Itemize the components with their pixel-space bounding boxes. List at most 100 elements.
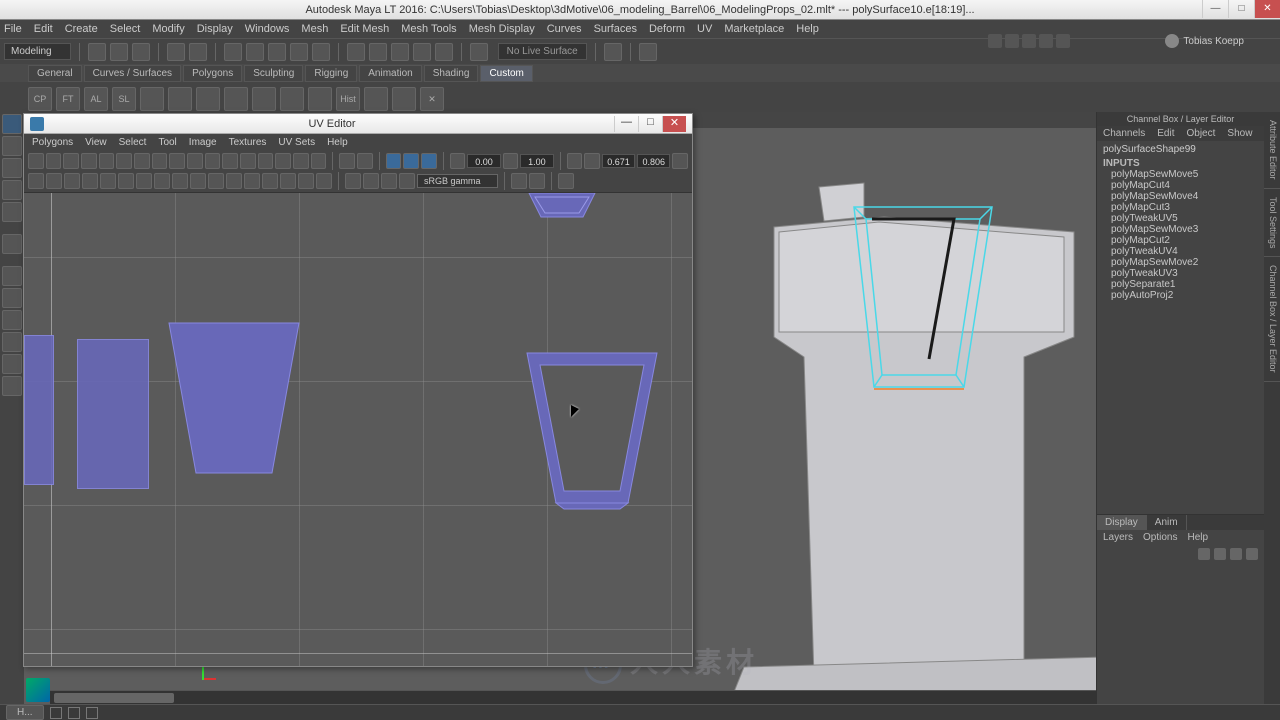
uv-flip-v-icon[interactable] [46, 153, 62, 169]
layer-menu-layers[interactable]: Layers [1103, 532, 1133, 543]
shelf-btn5-icon[interactable] [140, 87, 164, 111]
new-scene-icon[interactable] [88, 43, 106, 61]
uv-u-field[interactable]: 0.671 [602, 154, 635, 168]
input-item[interactable]: polySeparate1 [1103, 279, 1258, 290]
shelf-tab-curves[interactable]: Curves / Surfaces [84, 65, 181, 82]
uv-filtered-icon[interactable] [421, 153, 437, 169]
menu-deform[interactable]: Deform [649, 23, 685, 35]
uv-minimize[interactable]: — [614, 116, 638, 132]
uv-optimize-icon[interactable] [208, 173, 224, 189]
uv-shrink-icon[interactable] [64, 173, 80, 189]
shelf-btn9-icon[interactable] [252, 87, 276, 111]
uv-align-u-icon[interactable] [169, 153, 185, 169]
rotate-tool-icon[interactable] [2, 180, 22, 200]
workspace-selector[interactable]: Modeling [4, 43, 71, 60]
taskbar-sq2-icon[interactable] [68, 707, 80, 719]
magnet-icon[interactable] [470, 43, 488, 61]
side-tab-attribute[interactable]: Attribute Editor [1264, 112, 1280, 189]
menu-marketplace[interactable]: Marketplace [724, 23, 784, 35]
uv-settings-icon[interactable] [558, 173, 574, 189]
input-item[interactable]: polyTweakUV4 [1103, 246, 1258, 257]
uv-dimmer-icon[interactable] [403, 153, 419, 169]
menu-curves[interactable]: Curves [547, 23, 582, 35]
uv-shell-left-crop[interactable] [24, 335, 54, 485]
uv-v-field[interactable]: 0.806 [637, 154, 670, 168]
shelf-sl-icon[interactable]: SL [112, 87, 136, 111]
layer-new-selected-icon[interactable] [1246, 548, 1258, 560]
shelf-btn6-icon[interactable] [168, 87, 192, 111]
menu-file[interactable]: File [4, 23, 22, 35]
uv-pixel-snap-icon[interactable] [240, 153, 256, 169]
menu-help[interactable]: Help [796, 23, 819, 35]
uv-menu-select[interactable]: Select [119, 137, 147, 148]
menu-display[interactable]: Display [197, 23, 233, 35]
input-item[interactable]: polyTweakUV5 [1103, 213, 1258, 224]
uv-rotate-cw-icon[interactable] [81, 153, 97, 169]
shelf-close-icon[interactable]: ✕ [420, 87, 444, 111]
input-item[interactable]: polyMapSewMove4 [1103, 191, 1258, 202]
scale-tool-icon[interactable] [2, 202, 22, 222]
uv-display-grid-icon[interactable] [345, 173, 361, 189]
menu-modify[interactable]: Modify [152, 23, 184, 35]
layout-persp-icon[interactable] [2, 332, 22, 352]
snap-live-icon[interactable] [435, 43, 453, 61]
uv-menu-image[interactable]: Image [189, 137, 217, 148]
menu-meshdisplay[interactable]: Mesh Display [469, 23, 535, 35]
uv-grow-icon[interactable] [46, 173, 62, 189]
uv-align-v-icon[interactable] [187, 153, 203, 169]
uv-lattice-icon[interactable] [226, 173, 242, 189]
shape-node[interactable]: polySurfaceShape99 [1103, 143, 1258, 156]
taskbar-sq3-icon[interactable] [86, 707, 98, 719]
uv-layout-icon[interactable] [172, 173, 188, 189]
channel-tab-edit[interactable]: Edit [1151, 126, 1180, 141]
input-item[interactable]: polyMapCut3 [1103, 202, 1258, 213]
layer-new-empty-icon[interactable] [1230, 548, 1242, 560]
shelf-tab-polygons[interactable]: Polygons [183, 65, 242, 82]
menu-select[interactable]: Select [110, 23, 141, 35]
taskbar-sq1-icon[interactable] [50, 707, 62, 719]
xray-icon[interactable] [1056, 34, 1070, 48]
snap-curve-icon[interactable] [369, 43, 387, 61]
snap-grid-icon[interactable] [347, 43, 365, 61]
layer-moveup-icon[interactable] [1198, 548, 1210, 560]
menu-mesh[interactable]: Mesh [301, 23, 328, 35]
shelf-btn8-icon[interactable] [224, 87, 248, 111]
layer-menu-options[interactable]: Options [1143, 532, 1177, 543]
input-item[interactable]: polyMapCut4 [1103, 180, 1258, 191]
uv-shell-rect[interactable] [77, 339, 149, 489]
layer-tab-anim[interactable]: Anim [1147, 515, 1187, 530]
layout-outliner-icon[interactable] [2, 310, 22, 330]
uv-isolate-icon[interactable] [339, 153, 355, 169]
layout-single-icon[interactable] [2, 266, 22, 286]
menu-edit[interactable]: Edit [34, 23, 53, 35]
channel-tab-channels[interactable]: Channels [1097, 126, 1151, 141]
input-item[interactable]: polyMapSewMove3 [1103, 224, 1258, 235]
shelf-btn7-icon[interactable] [196, 87, 220, 111]
menu-meshtools[interactable]: Mesh Tools [401, 23, 456, 35]
user-account[interactable]: Tobias Koepp [1165, 34, 1244, 48]
uv-gamma-icon[interactable] [503, 153, 519, 169]
uv-cycle-icon[interactable] [152, 153, 168, 169]
shelf-btn11-icon[interactable] [308, 87, 332, 111]
layer-movedown-icon[interactable] [1214, 548, 1226, 560]
uv-shell-selected[interactable] [522, 353, 662, 513]
uv-image-toggle-icon[interactable] [386, 153, 402, 169]
input-item[interactable]: polyMapCut2 [1103, 235, 1258, 246]
uv-brush-icon[interactable] [529, 173, 545, 189]
snap-point-icon[interactable] [391, 43, 409, 61]
shelf-al-icon[interactable]: AL [84, 87, 108, 111]
uv-close[interactable]: ✕ [662, 116, 686, 132]
uv-display-alpha-icon[interactable] [381, 173, 397, 189]
menu-surfaces[interactable]: Surfaces [594, 23, 637, 35]
select-edge-icon[interactable] [246, 43, 264, 61]
shelf-hist-icon[interactable]: Hist [336, 87, 360, 111]
uv-border-icon[interactable] [258, 153, 274, 169]
side-tab-channel[interactable]: Channel Box / Layer Editor [1264, 257, 1280, 382]
uv-display-px-icon[interactable] [363, 173, 379, 189]
uv-menu-view[interactable]: View [85, 137, 107, 148]
uv-colorspace-dropdown[interactable]: sRGB gamma [417, 174, 498, 188]
menu-create[interactable]: Create [65, 23, 98, 35]
uv-snapshot-icon[interactable] [316, 173, 332, 189]
input-item[interactable]: polyMapSewMove2 [1103, 257, 1258, 268]
uv-cursor-icon[interactable] [567, 153, 583, 169]
